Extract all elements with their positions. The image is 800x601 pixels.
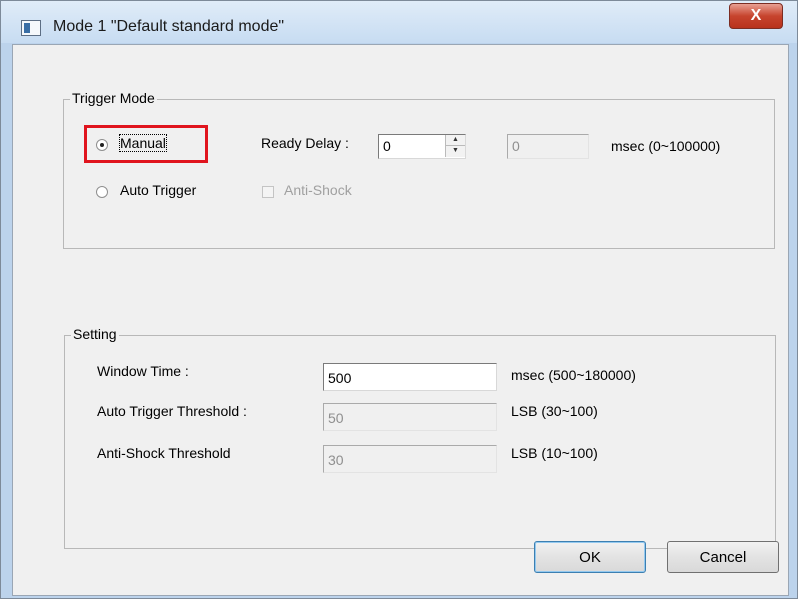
close-icon: X [750,7,762,24]
ready-delay-msec-input: 0 [507,134,589,159]
setting-legend: Setting [71,326,119,342]
ready-delay-msec-value: 0 [512,138,520,154]
ready-delay-unit: msec (0~100000) [611,138,721,154]
window-time-unit: msec (500~180000) [511,367,636,383]
anti-shock-threshold-unit: LSB (10~100) [511,445,598,461]
trigger-mode-legend: Trigger Mode [70,90,157,106]
dialog-client-area: Trigger Mode Manual Auto Trigger Ready D… [12,44,789,596]
trigger-mode-group: Trigger Mode [63,90,775,249]
anti-shock-threshold-input: 30 [323,445,497,473]
anti-shock-label: Anti-Shock [284,182,352,198]
window-time-label: Window Time : [97,363,189,379]
ready-delay-label: Ready Delay : [261,135,349,151]
manual-highlight-box [84,125,208,163]
anti-shock-threshold-value: 30 [328,452,344,468]
auto-trigger-label[interactable]: Auto Trigger [120,182,196,198]
window-time-input[interactable]: 500 [323,363,497,391]
auto-trigger-threshold-unit: LSB (30~100) [511,403,598,419]
title-bar[interactable]: Mode 1 "Default standard mode" X [1,1,797,43]
anti-shock-threshold-label: Anti-Shock Threshold [97,445,231,461]
close-button[interactable]: X [729,3,783,29]
auto-trigger-threshold-label: Auto Trigger Threshold : [97,403,247,419]
auto-trigger-threshold-value: 50 [328,410,344,426]
dialog-window: Mode 1 "Default standard mode" X Trigger… [0,0,798,599]
app-icon [21,20,41,36]
anti-shock-checkbox[interactable] [262,186,274,198]
window-title: Mode 1 "Default standard mode" [53,18,285,35]
window-time-value: 500 [328,370,352,386]
ok-label: OK [579,548,601,566]
spin-up-icon[interactable]: ▲ [446,135,465,146]
ready-delay-spinner[interactable]: ▲ ▼ [445,135,465,157]
ok-button[interactable]: OK [534,541,646,573]
cancel-label: Cancel [699,548,747,566]
cancel-button[interactable]: Cancel [667,541,779,573]
auto-trigger-threshold-input: 50 [323,403,497,431]
spin-down-icon[interactable]: ▼ [446,146,465,156]
ready-delay-value: 0 [383,138,391,154]
auto-trigger-radio[interactable] [96,186,108,198]
